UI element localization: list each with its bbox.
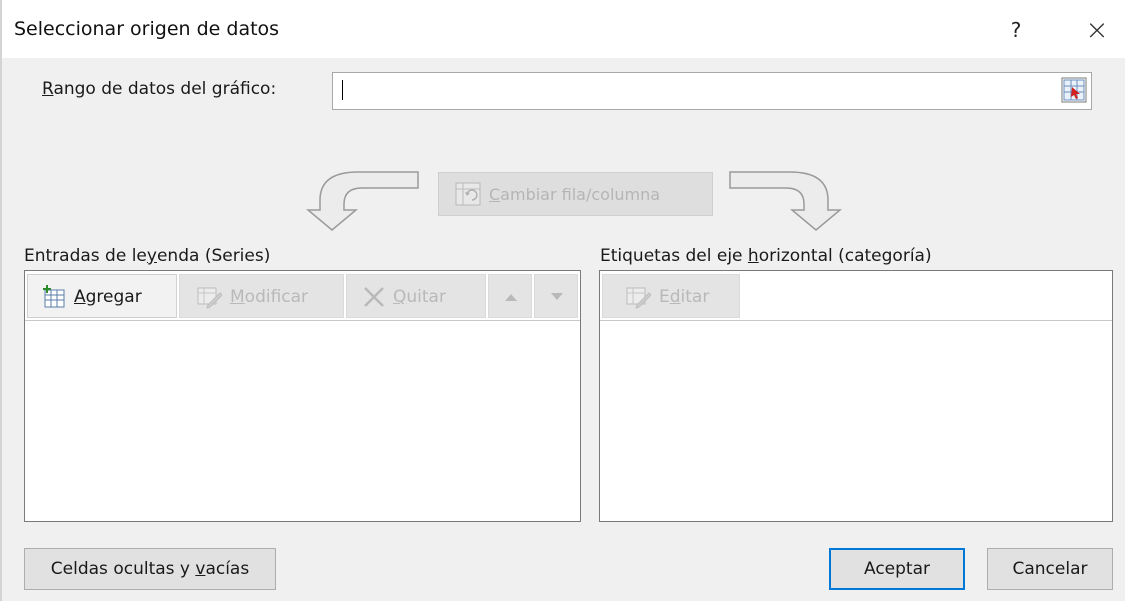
legend-series-list[interactable] bbox=[25, 322, 580, 521]
axis-toolbar: Editar bbox=[600, 271, 1112, 321]
range-picker-icon[interactable] bbox=[1061, 77, 1087, 103]
move-down-button[interactable] bbox=[534, 274, 578, 318]
help-button[interactable]: ? bbox=[998, 12, 1034, 48]
axis-labels-label: Etiquetas del eje horizontal (categoría) bbox=[600, 246, 932, 266]
edit-series-button[interactable]: Modificar bbox=[179, 274, 344, 318]
triangle-up-icon bbox=[505, 294, 517, 301]
remove-x-icon bbox=[364, 287, 384, 307]
remove-series-button[interactable]: Quitar bbox=[346, 274, 486, 318]
cancel-button[interactable]: Cancelar bbox=[987, 548, 1113, 590]
axis-labels-panel: Editar bbox=[599, 270, 1113, 522]
legend-toolbar: Agregar Modificar Quitar bbox=[25, 271, 580, 321]
move-up-button[interactable] bbox=[488, 274, 532, 318]
right-curved-arrow-icon bbox=[729, 171, 843, 231]
select-data-source-dialog: Seleccionar origen de datos ? × Rango de… bbox=[0, 0, 1125, 601]
remove-series-label: Quitar bbox=[393, 287, 446, 307]
edit-series-label: Modificar bbox=[230, 287, 309, 307]
edit-axis-icon bbox=[626, 287, 651, 309]
left-curved-arrow-icon bbox=[305, 171, 419, 231]
chart-data-range-input[interactable] bbox=[332, 72, 1092, 110]
hidden-empty-cells-button[interactable]: Celdas ocultas y vacías bbox=[24, 548, 276, 590]
add-series-button[interactable]: Agregar bbox=[27, 274, 177, 318]
triangle-down-icon bbox=[551, 293, 563, 300]
ok-button[interactable]: Aceptar bbox=[829, 548, 965, 590]
dialog-title: Seleccionar origen de datos bbox=[14, 18, 280, 40]
add-series-label: Agregar bbox=[74, 287, 142, 307]
edit-series-icon bbox=[197, 287, 222, 309]
switch-row-column-button[interactable]: Cambiar fila/columna bbox=[438, 172, 713, 216]
add-series-icon bbox=[43, 285, 65, 308]
close-button[interactable]: × bbox=[1077, 12, 1117, 48]
chart-data-range-label: Rango de datos del gráfico: bbox=[42, 79, 277, 99]
switch-row-column-icon bbox=[455, 182, 481, 206]
switch-row-column-label: Cambiar fila/columna bbox=[489, 185, 661, 204]
edit-axis-labels-label: Editar bbox=[659, 287, 710, 307]
legend-entries-panel: Agregar Modificar Quitar bbox=[24, 270, 581, 522]
legend-entries-label: Entradas de leyenda (Series) bbox=[24, 246, 271, 266]
axis-labels-list[interactable] bbox=[600, 322, 1112, 521]
text-caret bbox=[342, 80, 343, 100]
title-bar: Seleccionar origen de datos ? × bbox=[2, 0, 1125, 58]
edit-axis-labels-button[interactable]: Editar bbox=[602, 274, 740, 318]
